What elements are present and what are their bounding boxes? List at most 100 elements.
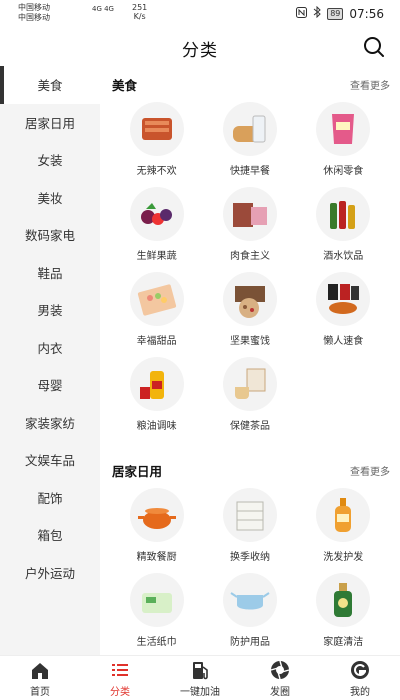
spicy-meat-icon <box>129 102 184 156</box>
category-tile[interactable]: 粮油调味 <box>110 357 203 442</box>
search-button[interactable] <box>362 35 386 59</box>
category-tile-label: 懒人速食 <box>323 336 364 347</box>
category-tile[interactable]: 换季收纳 <box>203 488 296 573</box>
category-tile-label: 家庭清洁 <box>323 637 364 648</box>
status-bar: 中国移动 中国移动 4G 4G 251 K/s 89 07:56 <box>0 0 400 26</box>
category-tile[interactable]: 保健茶品 <box>203 357 296 442</box>
category-tile-label: 肉食主义 <box>229 251 270 262</box>
sidebar-item-4[interactable]: 数码家电 <box>0 216 100 254</box>
oil-bottle-icon <box>129 357 184 411</box>
bluetooth-icon <box>313 5 321 21</box>
category-tile-label: 保健茶品 <box>229 421 270 432</box>
aperture-icon <box>269 659 291 681</box>
page-title: 分类 <box>182 41 218 61</box>
sidebar-item-1[interactable]: 居家日用 <box>0 104 100 142</box>
instant-noodle-icon <box>316 272 371 326</box>
sidebar-item-label: 箱包 <box>37 528 63 544</box>
battery-icon: 89 <box>327 7 344 20</box>
category-tile[interactable]: 坚果蜜饯 <box>203 272 296 357</box>
sidebar-item-7[interactable]: 内衣 <box>0 329 100 367</box>
app-screen: 中国移动 中国移动 4G 4G 251 K/s 89 07:56 分类 美食 居… <box>0 0 400 700</box>
home-icon <box>29 659 51 681</box>
category-sidebar: 美食居家日用女装美妆数码家电鞋品男装内衣母婴家装家纺文娱车品配饰箱包户外运动 <box>0 66 100 655</box>
search-icon <box>364 37 384 57</box>
category-tile[interactable]: 快捷早餐 <box>203 102 296 187</box>
sidebar-item-label: 美食 <box>37 78 63 94</box>
bottom-nav: 首页 分类 一键加油 发圈 我的 <box>0 655 400 700</box>
sidebar-item-10[interactable]: 文娱车品 <box>0 441 100 479</box>
category-tile[interactable]: 幸福甜品 <box>110 272 203 357</box>
sidebar-item-5[interactable]: 鞋品 <box>0 254 100 292</box>
category-tile-label: 生鲜果蔬 <box>136 251 177 262</box>
section-title: 美食 <box>112 77 138 93</box>
category-grid: 无辣不欢 快捷早餐 休闲零食生鲜果蔬 肉食主义 酒水饮品幸福甜品 坚果蜜饯 懒人速食粮油调味… <box>110 102 390 442</box>
category-tile[interactable]: 生活纸巾 <box>110 573 203 655</box>
sidebar-item-label: 母婴 <box>37 378 63 394</box>
nav-item-4[interactable]: 我的 <box>320 656 400 700</box>
speed-unit: K/s <box>133 12 146 21</box>
sidebar-item-6[interactable]: 男装 <box>0 291 100 329</box>
nav-item-2[interactable]: 一键加油 <box>160 656 240 700</box>
category-tile[interactable]: 休闲零食 <box>297 102 390 187</box>
section-header: 美食 查看更多 <box>110 66 390 102</box>
meat-box-icon <box>222 187 277 241</box>
nav-label: 我的 <box>350 686 370 698</box>
category-tile-label: 换季收纳 <box>229 552 270 563</box>
sidebar-item-3[interactable]: 美妆 <box>0 179 100 217</box>
view-more-link[interactable]: 查看更多 <box>350 463 390 478</box>
nav-label: 一键加油 <box>180 686 220 698</box>
shampoo-bottle-icon <box>316 488 371 542</box>
tea-set-icon <box>222 357 277 411</box>
category-content: 美食 查看更多 无辣不欢 快捷早餐 休闲零食 生鲜果蔬 肉食主义 酒水饮品 幸福甜品 坚果蜜饯 懒人… <box>100 66 400 655</box>
face-mask-icon <box>222 573 277 627</box>
category-grid: 精致餐厨 换季收纳 洗发护发生活纸巾 防护用品 家庭清洁 <box>110 488 390 655</box>
list-icon <box>109 659 131 681</box>
category-tile-label: 休闲零食 <box>323 166 364 177</box>
view-more-link[interactable]: 查看更多 <box>350 77 390 92</box>
cooking-pot-icon <box>129 488 184 542</box>
bread-milk-icon <box>222 102 277 156</box>
tissue-pack-icon <box>129 573 184 627</box>
category-tile[interactable]: 精致餐厨 <box>110 488 203 573</box>
sidebar-item-label: 数码家电 <box>24 228 75 244</box>
sidebar-item-8[interactable]: 母婴 <box>0 366 100 404</box>
profile-g-icon <box>349 659 371 681</box>
sidebar-item-label: 鞋品 <box>37 265 63 281</box>
sidebar-item-label: 美妆 <box>37 190 63 206</box>
sidebar-item-11[interactable]: 配饰 <box>0 479 100 517</box>
category-tile-label: 酒水饮品 <box>323 251 364 262</box>
category-tile[interactable]: 防护用品 <box>203 573 296 655</box>
sidebar-item-12[interactable]: 箱包 <box>0 516 100 554</box>
carrier-1: 中国移动 <box>18 3 50 12</box>
snack-bag-icon <box>316 102 371 156</box>
speed-value: 251 <box>132 3 148 12</box>
category-tile[interactable]: 无辣不欢 <box>110 102 203 187</box>
sidebar-item-label: 女装 <box>37 153 63 169</box>
category-tile[interactable]: 洗发护发 <box>297 488 390 573</box>
category-tile[interactable]: 懒人速食 <box>297 272 390 357</box>
nuts-gift-icon <box>222 272 277 326</box>
nav-item-3[interactable]: 发圈 <box>240 656 320 700</box>
storage-drawer-icon <box>222 488 277 542</box>
status-right: 89 07:56 <box>296 5 384 21</box>
section-header: 居家日用 查看更多 <box>110 452 390 488</box>
sidebar-item-13[interactable]: 户外运动 <box>0 554 100 592</box>
nav-item-1[interactable]: 分类 <box>80 656 160 700</box>
category-tile[interactable]: 家庭清洁 <box>297 573 390 655</box>
category-tile[interactable]: 酒水饮品 <box>297 187 390 272</box>
header: 分类 <box>0 26 400 66</box>
dessert-box-icon <box>129 272 184 326</box>
sidebar-item-9[interactable]: 家装家纺 <box>0 404 100 442</box>
nav-item-0[interactable]: 首页 <box>0 656 80 700</box>
sidebar-item-label: 文娱车品 <box>24 453 75 469</box>
category-tile[interactable]: 生鲜果蔬 <box>110 187 203 272</box>
category-tile-label: 生活纸巾 <box>136 637 177 648</box>
clock: 07:56 <box>349 6 384 21</box>
sidebar-item-0[interactable]: 美食 <box>0 66 100 104</box>
category-tile[interactable]: 肉食主义 <box>203 187 296 272</box>
disinfectant-bottle-icon <box>316 573 371 627</box>
carrier-info: 中国移动 中国移动 <box>18 3 50 23</box>
sidebar-item-2[interactable]: 女装 <box>0 141 100 179</box>
sidebar-item-label: 内衣 <box>37 340 63 356</box>
